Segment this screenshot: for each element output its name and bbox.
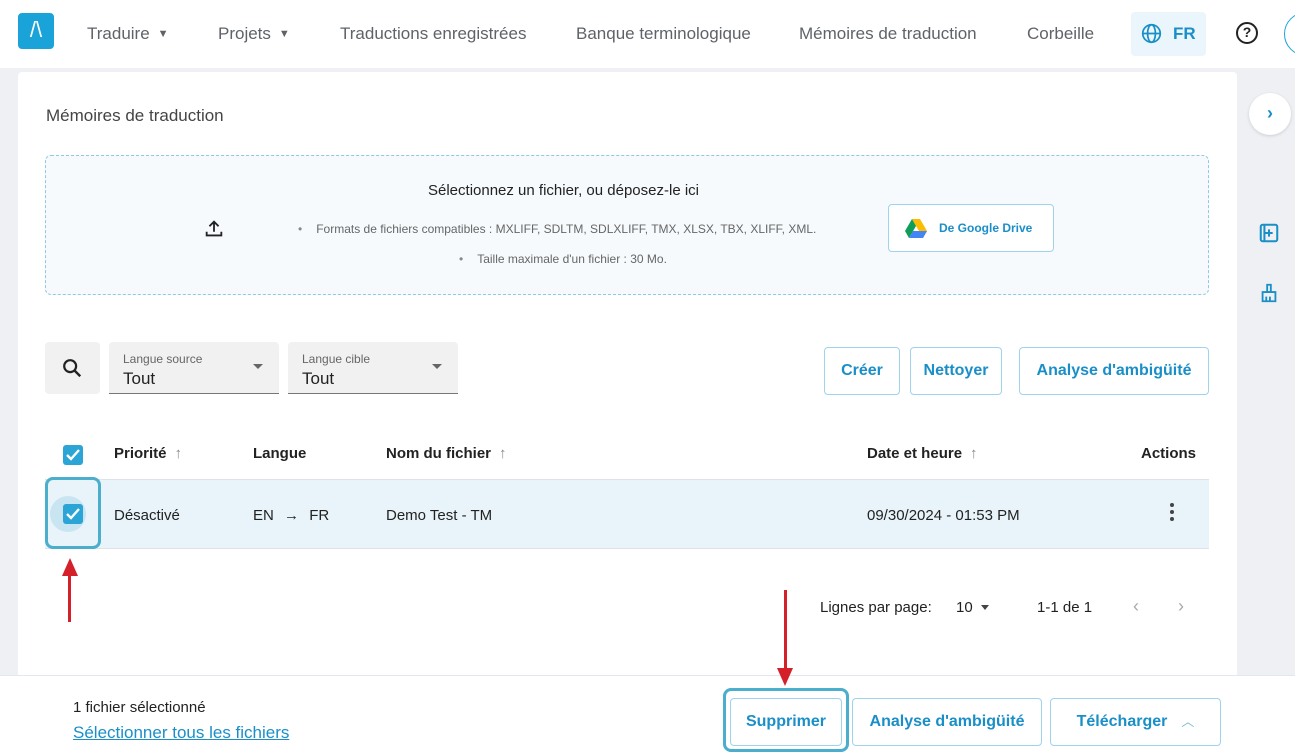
rows-per-page-select[interactable]: 10 bbox=[956, 599, 989, 616]
clean-button[interactable]: Nettoyer bbox=[910, 347, 1002, 395]
previous-page-icon[interactable]: ‹ bbox=[1133, 596, 1139, 617]
nav-projects-label: Projets bbox=[218, 24, 271, 43]
sort-arrow-icon: ↑ bbox=[970, 445, 978, 462]
column-actions: Actions bbox=[1141, 445, 1197, 462]
source-language-select[interactable]: Langue source Tout bbox=[109, 342, 279, 394]
source-language-value: Tout bbox=[123, 369, 156, 388]
check-icon bbox=[66, 449, 80, 461]
dropdown-arrow-icon bbox=[253, 364, 263, 369]
row-datetime: 09/30/2024 - 01:53 PM bbox=[867, 507, 1020, 524]
nav-translate-label: Traduire bbox=[87, 24, 150, 43]
main-card: Mémoires de traduction Sélectionnez un f… bbox=[18, 72, 1237, 756]
nav-translate[interactable]: Traduire ▼ bbox=[87, 24, 169, 44]
dropdown-arrow-icon bbox=[432, 364, 442, 369]
nav-trash[interactable]: Corbeille bbox=[1027, 24, 1094, 44]
annotation-arrow-up-shaft bbox=[68, 574, 71, 622]
expand-panel-button[interactable]: › bbox=[1249, 93, 1291, 135]
selection-action-bar: 1 fichier sélectionné Sélectionner tous … bbox=[0, 675, 1295, 756]
create-button[interactable]: Créer bbox=[824, 347, 900, 395]
delete-button-highlight bbox=[723, 688, 849, 752]
avatar[interactable] bbox=[1284, 12, 1295, 56]
arrow-right-icon: → bbox=[284, 507, 300, 524]
nav-terminology-bank[interactable]: Banque terminologique bbox=[576, 24, 751, 44]
chevron-up-icon: ︿ bbox=[1181, 714, 1195, 729]
nav-translation-memories[interactable]: Mémoires de traduction bbox=[799, 24, 977, 44]
select-all-link[interactable]: Sélectionner tous les fichiers bbox=[73, 723, 289, 743]
dropzone-formats: Formats de fichiers compatibles : MXLIFF… bbox=[298, 222, 816, 236]
caret-down-icon bbox=[980, 605, 989, 610]
select-all-checkbox[interactable] bbox=[63, 445, 83, 465]
row-checkbox-highlight bbox=[45, 477, 101, 549]
sort-arrow-icon: ↑ bbox=[174, 445, 183, 462]
chevron-down-icon: ▼ bbox=[278, 28, 290, 40]
search-icon bbox=[63, 359, 82, 378]
more-actions-icon[interactable] bbox=[1169, 503, 1175, 525]
target-language-value: Tout bbox=[302, 369, 335, 388]
chevron-down-icon: ▼ bbox=[157, 28, 169, 40]
table-row[interactable] bbox=[45, 480, 1209, 549]
target-language-select[interactable]: Langue cible Tout bbox=[288, 342, 458, 394]
app-logo[interactable]: /\ bbox=[18, 13, 54, 49]
rows-per-page-value: 10 bbox=[956, 599, 973, 616]
search-button[interactable] bbox=[45, 342, 100, 394]
row-priority: Désactivé bbox=[114, 507, 180, 524]
source-language-label: Langue source bbox=[123, 352, 203, 366]
pagination-range: 1-1 de 1 bbox=[1037, 599, 1093, 616]
globe-icon bbox=[1141, 23, 1162, 44]
row-filename: Demo Test - TM bbox=[386, 507, 493, 524]
top-navigation: /\ Traduire ▼ Projets ▼ Traductions enregi… bbox=[0, 0, 1295, 68]
sort-arrow-icon: ↑ bbox=[499, 445, 507, 462]
column-datetime[interactable]: Date et heure ↑ bbox=[867, 445, 978, 462]
annotation-arrow-down bbox=[777, 668, 793, 686]
column-priority-label: Priorité bbox=[114, 445, 167, 462]
row-target-language: FR bbox=[309, 507, 330, 524]
annotation-arrow-down-shaft bbox=[784, 590, 787, 672]
bottom-ambiguity-analysis-button[interactable]: Analyse d'ambigüité bbox=[852, 698, 1042, 746]
target-language-label: Langue cible bbox=[302, 352, 371, 366]
help-icon[interactable]: ? bbox=[1236, 22, 1258, 44]
ambiguity-analysis-button[interactable]: Analyse d'ambigüité bbox=[1019, 347, 1209, 395]
upload-icon bbox=[205, 220, 223, 237]
dropzone-max-size: Taille maximale d'un fichier : 30 Mo. bbox=[459, 252, 667, 266]
file-dropzone[interactable]: Sélectionnez un fichier, ou déposez-le i… bbox=[45, 155, 1209, 295]
column-priority[interactable]: Priorité ↑ bbox=[114, 445, 182, 462]
google-drive-button[interactable]: De Google Drive bbox=[888, 204, 1054, 252]
dropzone-title: Sélectionnez un fichier, ou déposez-le i… bbox=[428, 182, 699, 199]
next-page-icon[interactable]: › bbox=[1178, 596, 1184, 617]
row-source-language: EN bbox=[253, 507, 274, 524]
page-title: Mémoires de traduction bbox=[46, 106, 224, 125]
row-language-pair: EN → FR bbox=[253, 507, 329, 524]
nav-saved-translations[interactable]: Traductions enregistrées bbox=[340, 24, 526, 44]
google-drive-icon bbox=[905, 219, 927, 238]
rows-per-page-label: Lignes par page: bbox=[820, 599, 932, 616]
column-language: Langue bbox=[253, 445, 307, 462]
column-filename[interactable]: Nom du fichier ↑ bbox=[386, 445, 507, 462]
column-datetime-label: Date et heure bbox=[867, 445, 963, 462]
selected-count: 1 fichier sélectionné bbox=[73, 699, 206, 716]
nav-projects[interactable]: Projets ▼ bbox=[218, 24, 290, 44]
add-box-icon[interactable] bbox=[1258, 222, 1280, 244]
language-selector[interactable]: FR bbox=[1131, 12, 1206, 56]
download-button[interactable]: Télécharger ︿ bbox=[1050, 698, 1221, 746]
column-filename-label: Nom du fichier bbox=[386, 445, 492, 462]
google-drive-label: De Google Drive bbox=[939, 221, 1033, 235]
language-code: FR bbox=[1173, 24, 1196, 43]
download-label: Télécharger bbox=[1076, 713, 1168, 730]
cleaning-brush-icon[interactable] bbox=[1258, 282, 1280, 304]
